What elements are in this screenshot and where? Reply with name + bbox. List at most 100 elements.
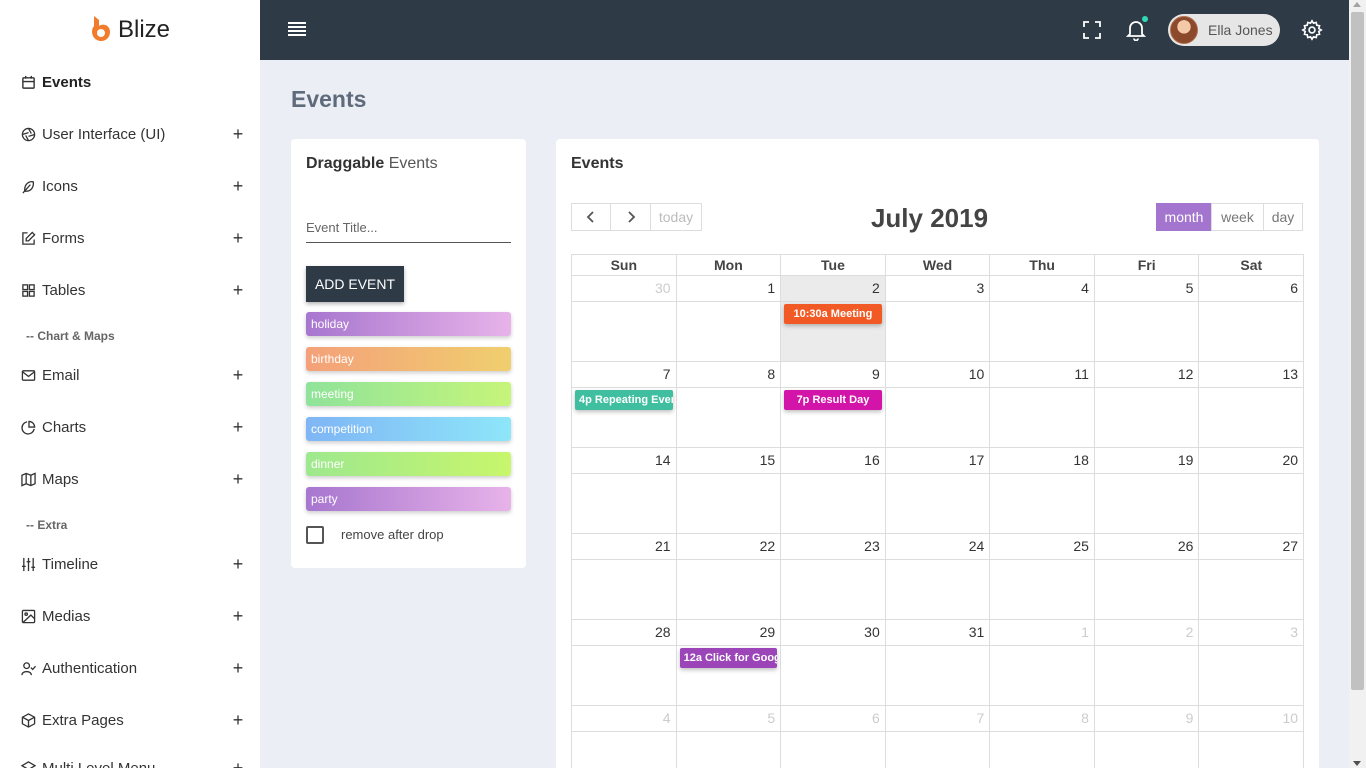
sidebar-item-label: Email <box>42 366 80 384</box>
day-cell[interactable]: 18 <box>990 448 1095 534</box>
expand-icon[interactable]: + <box>231 469 245 490</box>
notification-bell-icon[interactable] <box>1124 16 1148 42</box>
scroll-up-arrow-icon[interactable] <box>1353 2 1361 7</box>
sidebar-item-medias[interactable]: Medias + <box>20 604 245 628</box>
event-chip-meeting[interactable]: meeting <box>306 382 511 406</box>
day-cell[interactable]: 30 <box>781 620 886 706</box>
day-cell[interactable]: 8 <box>676 362 782 448</box>
expand-icon[interactable]: + <box>231 710 245 731</box>
section-chart-maps: -- Chart & Maps <box>26 329 115 343</box>
expand-icon[interactable]: + <box>231 554 245 575</box>
settings-gear-icon[interactable] <box>1300 18 1324 42</box>
sidebar-item-multi-level-menu[interactable]: Multi Level Menu + <box>20 756 245 768</box>
day-cell[interactable]: 10 <box>1199 706 1305 768</box>
brand[interactable]: Blize <box>0 0 260 60</box>
map-icon <box>20 471 36 487</box>
day-cell[interactable]: 6 <box>1199 276 1305 362</box>
scroll-down-arrow-icon[interactable] <box>1353 761 1361 766</box>
sidebar-item-extra-pages[interactable]: Extra Pages + <box>20 708 245 732</box>
sidebar-item-forms[interactable]: Forms + <box>20 226 245 250</box>
day-cell[interactable]: 1 <box>676 276 782 362</box>
day-cell[interactable]: 27 <box>1199 534 1305 620</box>
day-cell[interactable]: 8 <box>990 706 1095 768</box>
week-row: 28 29 12a Click for Google 30 31 1 2 3 <box>571 620 1305 706</box>
day-cell[interactable]: 11 <box>990 362 1095 448</box>
user-menu[interactable]: Ella Jones <box>1168 14 1280 46</box>
event-click-for-google[interactable]: 12a Click for Google <box>679 648 778 668</box>
feather-icon <box>20 178 36 194</box>
sidebar-item-user-interface[interactable]: User Interface (UI) + <box>20 122 245 146</box>
day-cell[interactable]: 12 <box>1094 362 1200 448</box>
day-cell[interactable]: 24 <box>885 534 991 620</box>
view-month-button[interactable]: month <box>1156 203 1212 231</box>
day-cell[interactable]: 19 <box>1094 448 1200 534</box>
day-cell[interactable]: 14 <box>572 448 677 534</box>
add-event-button[interactable]: ADD EVENT <box>306 266 404 302</box>
event-chip-dinner[interactable]: dinner <box>306 452 511 476</box>
event-repeating[interactable]: 4p Repeating Event <box>575 390 673 410</box>
calendar-card-title: Events <box>571 155 624 172</box>
day-cell-today[interactable]: 2 10:30a Meeting <box>781 276 886 362</box>
day-cell[interactable]: 23 <box>781 534 886 620</box>
event-result-day[interactable]: 7p Result Day <box>784 390 882 410</box>
expand-icon[interactable]: + <box>231 606 245 627</box>
day-cell[interactable]: 5 <box>1094 276 1200 362</box>
day-cell[interactable]: 7 <box>885 706 991 768</box>
sidebar-item-authentication[interactable]: Authentication + <box>20 656 245 680</box>
expand-icon[interactable]: + <box>231 228 245 249</box>
day-cell[interactable]: 20 <box>1199 448 1305 534</box>
expand-icon[interactable]: + <box>231 658 245 679</box>
day-cell[interactable]: 15 <box>676 448 782 534</box>
scrollbar-thumb[interactable] <box>1351 12 1364 690</box>
event-chip-birthday[interactable]: birthday <box>306 347 511 371</box>
expand-icon[interactable]: + <box>231 417 245 438</box>
event-chip-holiday[interactable]: holiday <box>306 312 511 336</box>
day-cell[interactable]: 16 <box>781 448 886 534</box>
day-cell[interactable]: 2 <box>1094 620 1200 706</box>
sidebar-item-tables[interactable]: Tables + <box>20 278 245 302</box>
event-chip-competition[interactable]: competition <box>306 417 511 441</box>
day-cell[interactable]: 31 <box>885 620 991 706</box>
day-cell[interactable]: 3 <box>1199 620 1305 706</box>
expand-icon[interactable]: + <box>231 176 245 197</box>
day-cell[interactable]: 29 12a Click for Google <box>676 620 782 706</box>
day-cell[interactable]: 26 <box>1094 534 1200 620</box>
expand-icon[interactable]: + <box>231 280 245 301</box>
event-meeting[interactable]: 10:30a Meeting <box>784 304 882 324</box>
sidebar-item-maps[interactable]: Maps + <box>20 467 245 491</box>
day-cell[interactable]: 7 4p Repeating Event <box>572 362 677 448</box>
view-week-button[interactable]: week <box>1211 203 1264 231</box>
day-cell[interactable]: 5 <box>676 706 782 768</box>
day-cell[interactable]: 17 <box>885 448 991 534</box>
event-chip-party[interactable]: party <box>306 487 511 511</box>
expand-icon[interactable]: + <box>231 124 245 145</box>
sidebar-item-events[interactable]: Events <box>20 70 245 94</box>
sidebar-item-timeline[interactable]: Timeline + <box>20 552 245 576</box>
day-cell[interactable]: 4 <box>572 706 677 768</box>
page-scrollbar[interactable] <box>1349 0 1366 768</box>
fullscreen-icon[interactable] <box>1080 18 1104 42</box>
expand-icon[interactable]: + <box>231 758 245 768</box>
sidebar-item-email[interactable]: Email + <box>20 363 245 387</box>
day-cell[interactable]: 4 <box>990 276 1095 362</box>
day-cell[interactable]: 10 <box>885 362 991 448</box>
day-cell[interactable]: 3 <box>885 276 991 362</box>
day-cell[interactable]: 30 <box>572 276 677 362</box>
day-cell[interactable]: 21 <box>572 534 677 620</box>
day-cell[interactable]: 9 7p Result Day <box>781 362 886 448</box>
day-cell[interactable]: 6 <box>781 706 886 768</box>
day-cell[interactable]: 28 <box>572 620 677 706</box>
sidebar-item-icons[interactable]: Icons + <box>20 174 245 198</box>
day-cell[interactable]: 9 <box>1094 706 1200 768</box>
expand-icon[interactable]: + <box>231 365 245 386</box>
day-cell[interactable]: 22 <box>676 534 782 620</box>
weekday-fri: Fri <box>1094 255 1200 276</box>
sidebar-item-charts[interactable]: Charts + <box>20 415 245 439</box>
event-title-input[interactable] <box>306 213 511 243</box>
remove-after-drop-checkbox[interactable] <box>306 526 324 544</box>
menu-toggle-icon[interactable] <box>288 22 306 36</box>
view-day-button[interactable]: day <box>1263 203 1303 231</box>
day-cell[interactable]: 25 <box>990 534 1095 620</box>
day-cell[interactable]: 1 <box>990 620 1095 706</box>
day-cell[interactable]: 13 <box>1199 362 1305 448</box>
